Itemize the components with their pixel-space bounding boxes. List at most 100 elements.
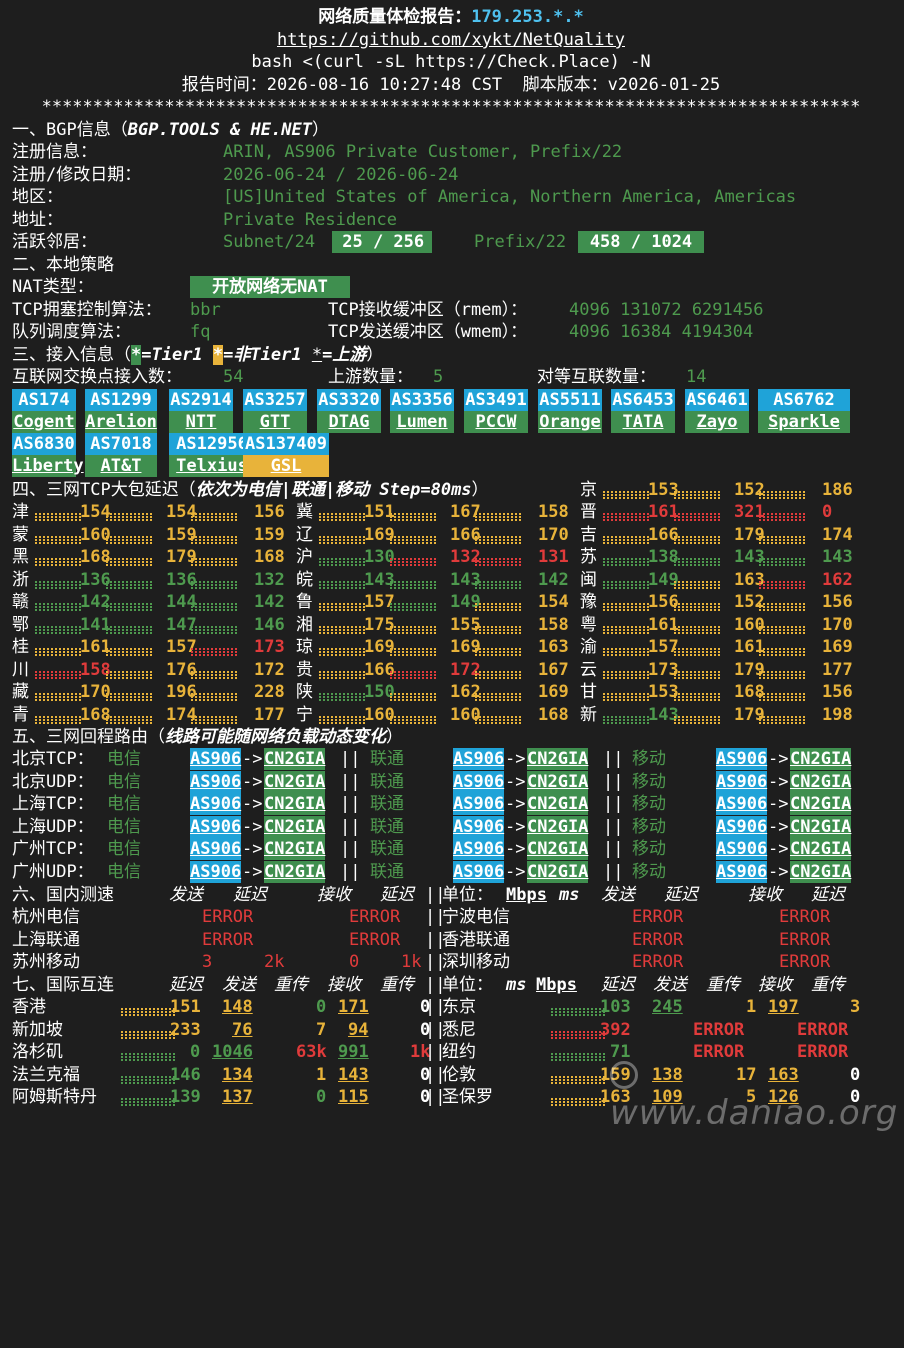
route-separator: ||: [340, 771, 361, 792]
as-number[interactable]: AS3491: [464, 389, 528, 411]
route-as[interactable]: AS906: [190, 748, 242, 770]
route-separator: ||: [340, 861, 361, 882]
as-name[interactable]: Liberty: [12, 455, 84, 477]
route-path[interactable]: CN2GIA: [264, 815, 326, 838]
as-name[interactable]: DTAG: [317, 411, 381, 433]
latency-value: 156: [822, 592, 853, 612]
as-name[interactable]: Lumen: [390, 411, 454, 433]
as-name[interactable]: Cogent: [12, 411, 76, 433]
as-number[interactable]: AS2914: [169, 389, 233, 411]
as-name[interactable]: Arelion: [85, 411, 157, 433]
intl-node: 法兰克福: [12, 1064, 80, 1085]
province-label: 鄂: [12, 614, 29, 635]
route-path[interactable]: CN2GIA: [264, 748, 326, 770]
as-name[interactable]: AT&T: [85, 455, 157, 477]
route-path[interactable]: CN2GIA: [264, 793, 326, 815]
route-as[interactable]: AS906: [716, 770, 768, 793]
route-path[interactable]: CN2GIA: [264, 860, 326, 883]
repo-link[interactable]: https://github.com/xykt/NetQuality: [277, 30, 625, 50]
latency-histogram-icon: [603, 670, 649, 679]
as-number[interactable]: AS1299: [85, 389, 157, 411]
route-path[interactable]: CN2GIA: [790, 860, 852, 883]
route-as[interactable]: AS906: [716, 748, 768, 770]
as-name[interactable]: GSL: [243, 455, 329, 477]
route-as[interactable]: AS906: [453, 748, 505, 770]
route-path[interactable]: CN2GIA: [790, 793, 852, 815]
speedtest-value: ERROR: [632, 907, 684, 927]
bgp-row: 注册信息： ARIN, AS906 Private Customer, Prefi…: [12, 141, 890, 163]
as-number[interactable]: AS174: [12, 389, 76, 411]
route-as[interactable]: AS906: [190, 793, 242, 815]
route-as[interactable]: AS906: [453, 860, 505, 883]
latency-dots: [105, 704, 155, 726]
route-path[interactable]: CN2GIA: [527, 815, 589, 838]
route-as[interactable]: AS906: [453, 770, 505, 793]
route-path[interactable]: CN2GIA: [790, 838, 852, 860]
route-path[interactable]: CN2GIA: [527, 793, 589, 815]
route-path[interactable]: CN2GIA: [527, 770, 589, 793]
route-as[interactable]: AS906: [453, 793, 505, 815]
route-path[interactable]: CN2GIA: [264, 838, 326, 860]
command-line[interactable]: bash <(curl -sL https://Check.Place) -N: [12, 51, 890, 73]
latency-histogram-icon: [759, 535, 805, 544]
route-isp: 联通: [370, 839, 404, 859]
as-name[interactable]: NTT: [169, 411, 233, 433]
as-name[interactable]: Orange: [538, 411, 602, 433]
route-as[interactable]: AS906: [190, 770, 242, 793]
route-path[interactable]: CN2GIA: [790, 770, 852, 793]
route-as[interactable]: AS906: [716, 838, 768, 860]
as-name[interactable]: TATA: [611, 411, 675, 433]
latency-histogram-icon: [106, 535, 152, 544]
route-as[interactable]: AS906: [453, 815, 505, 838]
latency-row: 青 168 174 177 宁 160 160 168 新 143 179 198: [12, 704, 890, 726]
as-number[interactable]: AS6762: [758, 389, 850, 411]
route-as[interactable]: AS906: [716, 815, 768, 838]
as-number[interactable]: AS3356: [390, 389, 454, 411]
route-as[interactable]: AS906: [716, 793, 768, 815]
latency-dots: [673, 591, 723, 613]
as-number[interactable]: AS6461: [685, 389, 749, 411]
route-path[interactable]: CN2GIA: [790, 815, 852, 838]
route-as[interactable]: AS906: [453, 838, 505, 860]
as-name[interactable]: PCCW: [464, 411, 528, 433]
as-name[interactable]: Zayo: [685, 411, 749, 433]
latency-histogram-icon: [191, 648, 237, 656]
route-as[interactable]: AS906: [716, 860, 768, 883]
as-number[interactable]: AS7018: [85, 433, 157, 455]
route-path[interactable]: CN2GIA: [264, 770, 326, 793]
latency-dots: [673, 546, 723, 568]
as-number[interactable]: AS137409: [243, 433, 329, 455]
as-number[interactable]: AS6453: [611, 389, 675, 411]
latency-histogram-icon: [191, 513, 237, 521]
route-as[interactable]: AS906: [190, 860, 242, 883]
intl-value: 76: [232, 1019, 253, 1040]
province-label: 新: [580, 704, 597, 725]
intl-value: 63k: [296, 1042, 327, 1062]
latency-histogram-icon: [35, 625, 81, 634]
province-label: 藏: [12, 682, 29, 702]
intl-value: 7: [316, 1019, 327, 1040]
latency-value: 131: [538, 547, 569, 567]
as-number[interactable]: AS6830: [12, 433, 76, 455]
latency-dots: [673, 524, 723, 546]
route-path[interactable]: CN2GIA: [790, 748, 852, 770]
route-separator: ||: [603, 816, 624, 837]
latency-dots: [602, 704, 652, 726]
as-name[interactable]: Sparkle: [758, 411, 850, 433]
route-path[interactable]: CN2GIA: [527, 748, 589, 770]
route-path[interactable]: CN2GIA: [527, 860, 589, 883]
local-heading: 二、本地策略: [12, 255, 114, 275]
province-label: 川: [12, 659, 29, 680]
latency-histogram-icon: [106, 670, 152, 679]
route-as[interactable]: AS906: [190, 815, 242, 838]
as-name[interactable]: GTT: [243, 411, 307, 433]
route-as[interactable]: AS906: [190, 838, 242, 860]
latency-histogram-icon: [35, 603, 81, 611]
as-number[interactable]: AS3257: [243, 389, 307, 411]
route-path[interactable]: CN2GIA: [527, 838, 589, 860]
as-number[interactable]: AS5511: [538, 389, 602, 411]
as-number[interactable]: AS3320: [317, 389, 381, 411]
latency-row: 川 158 176 172 贵 166 172 167 云 173 179 177: [12, 659, 890, 681]
latency-histogram-icon: [319, 693, 365, 701]
latency-histogram-icon: [319, 580, 365, 589]
